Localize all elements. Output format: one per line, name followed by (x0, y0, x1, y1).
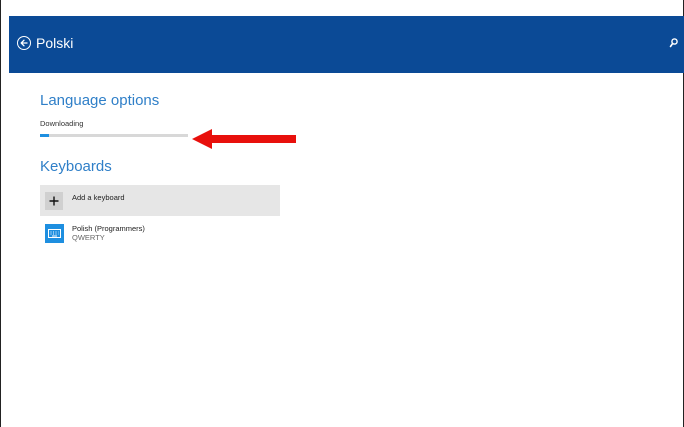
red-arrow-annotation (192, 129, 296, 149)
download-status: Downloading (40, 119, 84, 128)
app-window: Polski Language options Downloading Keyb… (0, 0, 684, 427)
back-button[interactable] (17, 36, 31, 50)
keyboard-list-item[interactable]: Polish (Programmers) QWERTY (45, 222, 245, 246)
search-icon[interactable] (669, 37, 679, 49)
add-keyboard-button[interactable]: Add a keyboard (40, 185, 280, 216)
download-progress-fill (40, 134, 49, 137)
add-keyboard-label: Add a keyboard (72, 193, 125, 202)
page-title: Polski (36, 35, 74, 51)
keyboard-icon (45, 224, 64, 243)
keyboard-name: Polish (Programmers) (72, 224, 145, 233)
language-options-heading: Language options (40, 92, 160, 109)
plus-icon (45, 192, 63, 210)
back-arrow-icon (20, 39, 28, 47)
keyboard-layout: QWERTY (72, 233, 105, 242)
keyboards-heading: Keyboards (40, 158, 112, 175)
download-progress-bar (40, 134, 188, 137)
title-bar: Polski (9, 16, 684, 73)
